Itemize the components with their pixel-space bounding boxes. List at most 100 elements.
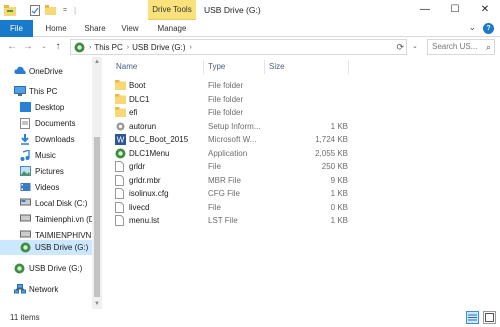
- file-row[interactable]: DLC1 File folder: [108, 93, 348, 106]
- file-name: menu.lst: [129, 216, 160, 225]
- nav-item-network[interactable]: Network: [14, 282, 92, 297]
- file-icon: [115, 188, 126, 199]
- nav-label: USB Drive (G:): [35, 243, 89, 252]
- breadcrumb-separator-icon[interactable]: ›: [189, 44, 191, 51]
- new-folder-icon[interactable]: [44, 4, 56, 16]
- file-name: DLC1Menu: [129, 148, 170, 158]
- app-icon: [115, 148, 126, 159]
- nav-item-downloads[interactable]: Downloads: [20, 132, 92, 147]
- title-bar: = | Drive Tools USB Drive (G:) — ☐ ✕: [0, 0, 500, 20]
- scroll-up-icon[interactable]: ▲: [92, 59, 102, 65]
- maximize-button[interactable]: ☐: [440, 0, 470, 20]
- music-folder-icon: [20, 149, 31, 161]
- file-type: LST File: [208, 216, 238, 225]
- expand-ribbon-icon[interactable]: ⌄: [468, 22, 476, 33]
- videos-folder-icon: [20, 182, 31, 193]
- nav-item-usb-drive[interactable]: USB Drive (G:): [14, 261, 92, 276]
- refresh-icon[interactable]: ⟳: [396, 40, 404, 54]
- nav-item-local-disk-c[interactable]: Local Disk (C:): [20, 196, 92, 211]
- folder-icon: [115, 107, 126, 118]
- file-row[interactable]: autorun Setup Inform... 1 KB: [108, 120, 348, 133]
- file-name: grldr: [129, 162, 146, 171]
- desktop-folder-icon: [20, 102, 31, 113]
- file-type: File: [208, 202, 221, 212]
- up-arrow-icon[interactable]: ↑: [52, 40, 64, 54]
- file-name: DLC_Boot_2015: [129, 135, 189, 144]
- nav-label: Taimienphi.vn (D: [35, 215, 92, 224]
- nav-item-music[interactable]: Music: [20, 148, 92, 163]
- file-row[interactable]: grldr.mbr MBR File 9 KB: [108, 174, 348, 187]
- file-name: autorun: [129, 121, 157, 131]
- quick-access-toolbar: = |: [4, 3, 79, 17]
- column-header-type[interactable]: Type: [208, 60, 225, 74]
- nav-item-pictures[interactable]: Pictures: [20, 164, 92, 179]
- file-icon: [115, 174, 126, 186]
- search-icon: ⌕: [485, 42, 491, 52]
- nav-item-videos[interactable]: Videos: [20, 180, 92, 195]
- scroll-down-icon[interactable]: ▼: [92, 301, 102, 307]
- file-row[interactable]: DLC1Menu Application 2,055 KB: [108, 147, 348, 160]
- nav-item-this-pc[interactable]: This PC: [14, 84, 92, 99]
- properties-icon[interactable]: [29, 4, 41, 16]
- file-type: Application: [208, 148, 248, 158]
- nav-item-taimienphi-d[interactable]: Taimienphi.vn (D: [20, 212, 92, 227]
- pictures-folder-icon: [20, 166, 31, 177]
- nav-label: Music: [35, 151, 56, 160]
- column-divider[interactable]: [348, 60, 349, 74]
- nav-item-documents[interactable]: Documents: [20, 116, 92, 131]
- nav-item-desktop[interactable]: Desktop: [20, 100, 92, 115]
- recent-locations-chevron-icon[interactable]: ⌄: [38, 40, 50, 54]
- column-header-size[interactable]: Size: [269, 60, 285, 74]
- drive-tools-context-label: Drive Tools: [148, 0, 196, 20]
- file-size: [268, 106, 348, 119]
- file-row[interactable]: isolinux.cfg CFG File 1 KB: [108, 187, 348, 200]
- file-row[interactable]: livecd File 0 KB: [108, 201, 348, 214]
- address-history-chevron-icon[interactable]: ⌄: [412, 42, 418, 50]
- file-row[interactable]: Boot File folder: [108, 79, 348, 92]
- navigation-pane: OneDrive This PC Desktop Documents Downl…: [0, 57, 103, 309]
- tab-home[interactable]: Home: [40, 20, 72, 37]
- folder-icon: [115, 80, 126, 91]
- back-arrow-icon[interactable]: ←: [6, 40, 18, 54]
- tab-view[interactable]: View: [116, 20, 144, 37]
- search-input[interactable]: Search US... ⌕: [427, 39, 495, 55]
- nav-item-usb-drive-selected[interactable]: USB Drive (G:): [0, 240, 92, 255]
- file-type: Setup Inform...: [208, 121, 261, 131]
- file-row[interactable]: grldr File 250 KB: [108, 160, 348, 173]
- search-placeholder: Search US...: [432, 42, 478, 51]
- customize-toolbar-icon[interactable]: =: [59, 4, 71, 16]
- file-name: efi: [129, 108, 138, 117]
- file-row[interactable]: menu.lst LST File 1 KB: [108, 214, 348, 227]
- tab-manage[interactable]: Manage: [150, 20, 194, 37]
- nav-label: Local Disk (C:): [35, 199, 88, 208]
- file-name: livecd: [129, 202, 150, 212]
- address-bar[interactable]: › This PC › USB Drive (G:) › ⟳: [70, 39, 407, 55]
- breadcrumb-usb-drive[interactable]: USB Drive (G:): [132, 43, 185, 52]
- file-type: File folder: [208, 108, 244, 117]
- breadcrumb-separator-icon[interactable]: ›: [89, 44, 91, 51]
- large-icons-view-button[interactable]: [483, 311, 496, 324]
- file-size: 250 KB: [321, 162, 348, 171]
- tab-share[interactable]: Share: [80, 20, 110, 37]
- scrollbar-thumb[interactable]: [94, 137, 100, 297]
- column-divider[interactable]: [203, 60, 204, 74]
- close-button[interactable]: ✕: [470, 0, 500, 20]
- column-divider[interactable]: [264, 60, 265, 74]
- minimize-button[interactable]: —: [410, 0, 440, 20]
- nav-pane-scrollbar[interactable]: ▲ ▼: [92, 57, 102, 309]
- separator-icon: |: [73, 5, 77, 15]
- file-row[interactable]: W DLC_Boot_2015 Microsoft W... 1,724 KB: [108, 133, 348, 146]
- explorer-app-icon[interactable]: [4, 4, 16, 16]
- nav-label: USB Drive (G:): [29, 264, 83, 273]
- column-header-name[interactable]: Name: [116, 60, 137, 74]
- tab-file[interactable]: File: [0, 20, 33, 37]
- help-icon[interactable]: ?: [483, 23, 494, 34]
- file-row[interactable]: efi File folder: [108, 106, 348, 119]
- breadcrumb-this-pc[interactable]: This PC: [94, 43, 122, 52]
- breadcrumb-separator-icon[interactable]: ›: [127, 44, 129, 51]
- nav-item-onedrive[interactable]: OneDrive: [14, 64, 92, 79]
- details-view-button[interactable]: [466, 311, 479, 324]
- file-list: Name Type Size Boot File folder DLC1 File f…: [108, 57, 500, 309]
- forward-arrow-icon[interactable]: →: [22, 40, 34, 54]
- file-type: CFG File: [208, 189, 240, 198]
